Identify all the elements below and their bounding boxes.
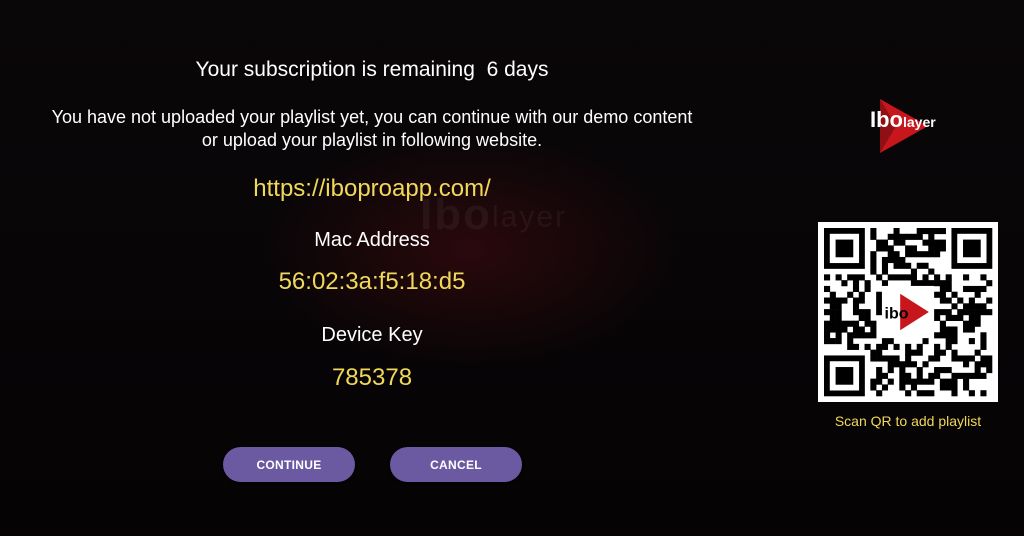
qr-code-icon: ibo [824, 228, 993, 397]
logo-text: Ibolayer [870, 107, 936, 133]
qr-center-logo-text: ibo [885, 305, 909, 322]
logo-suffix: layer [903, 114, 936, 130]
cancel-button[interactable]: CANCEL [390, 447, 522, 482]
subscription-screen: Ibolayer Your subscription is remaining … [0, 0, 1024, 536]
website-url: https://iboproapp.com/ [253, 175, 491, 202]
qr-caption: Scan QR to add playlist [834, 413, 982, 429]
device-key-value: 785378 [331, 364, 413, 391]
logo-prefix: Ibo [870, 107, 903, 132]
continue-button[interactable]: CONTINUE [223, 447, 355, 482]
device-key-label: Device Key [321, 324, 423, 346]
ibo-player-logo: Ibolayer [866, 95, 956, 157]
mac-address-label: Mac Address [314, 229, 430, 251]
subscription-remaining-text: Your subscription is remaining 6 days [195, 58, 549, 81]
playlist-qr-code: ibo [818, 222, 998, 402]
mac-address-value: 56:02:3a:f5:18:d5 [278, 268, 466, 295]
playlist-info-text: You have not uploaded your playlist yet,… [51, 107, 693, 150]
